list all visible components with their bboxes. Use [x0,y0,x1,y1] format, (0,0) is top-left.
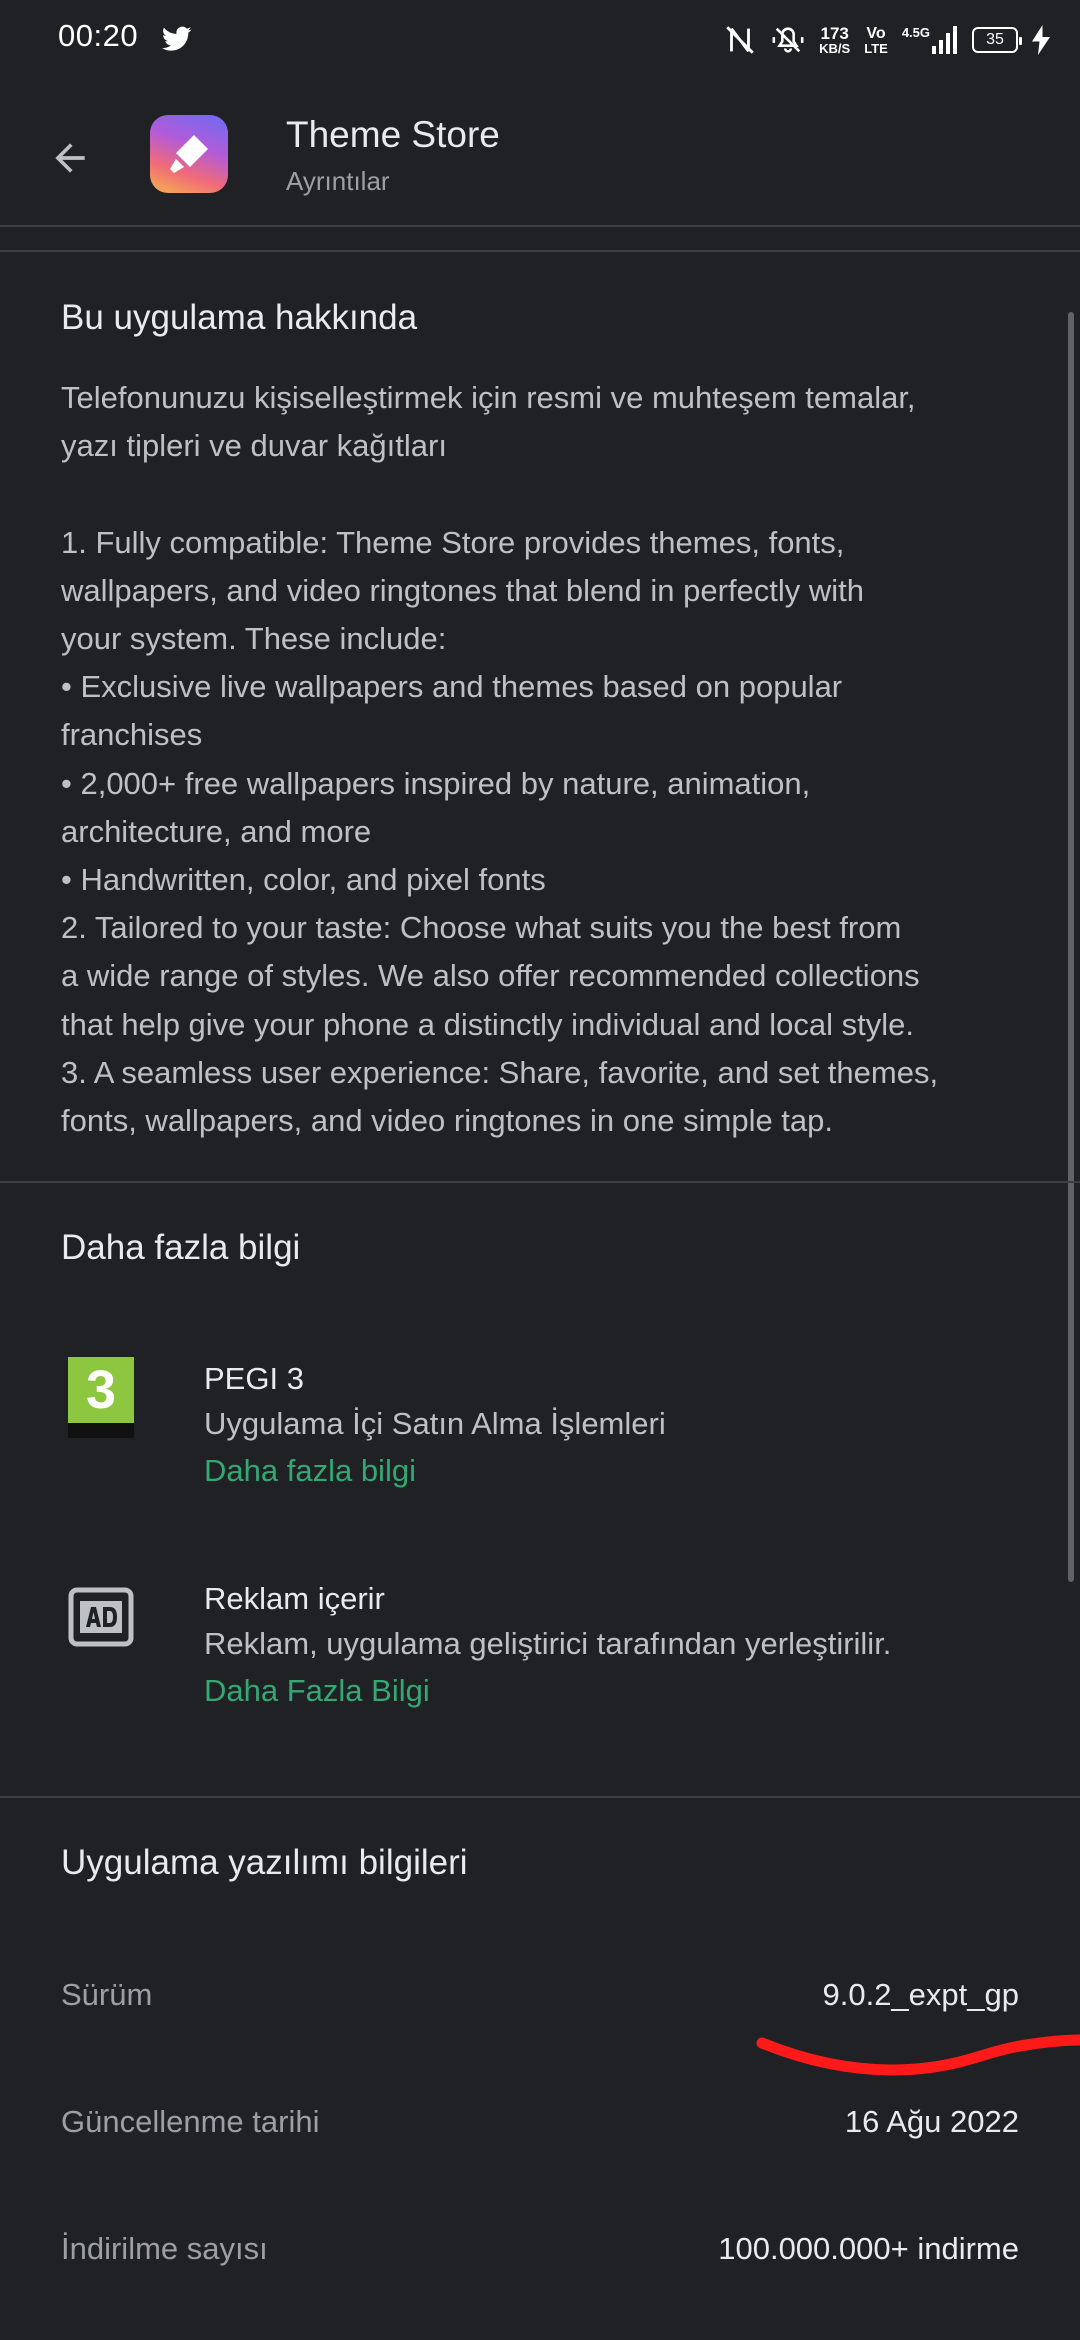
status-time: 00:20 [58,18,139,53]
ad-icon [68,1587,134,1652]
nfc-icon [726,26,754,54]
section-divider [0,1796,1080,1798]
ads-description: Reklam, uygulama geliştirici tarafından … [204,1626,892,1661]
pegi-description: Uygulama İçi Satın Alma İşlemleri [204,1406,666,1441]
content-top-divider [0,250,1080,252]
update-date-value: 16 Ağu 2022 [844,2104,1019,2139]
network-type: 4.5G [901,25,930,40]
vibrate-icon [772,27,804,53]
version-label: Sürüm [61,1977,153,2012]
pegi-icon: 3 [68,1357,134,1438]
ads-row: Reklam içerir Reklam, uygulama geliştiri… [0,1575,1080,1725]
ad-badge-icon [68,1587,134,1647]
volte-indicator: Vo LTE [864,24,888,56]
update-date-label: Güncellenme tarihi [61,2104,320,2139]
network-speed: 173 KB/S [819,25,850,55]
red-annotation-stroke [756,2034,1080,2076]
pegi-title: PEGI 3 [204,1361,304,1396]
pegi-badge-number: 3 [68,1357,134,1423]
volte-top: Vo [866,24,886,42]
brush-icon [170,135,208,173]
pegi-badge: 3 [68,1357,134,1438]
speed-unit: KB/S [819,41,851,56]
signal-icon [932,26,957,54]
header-divider [0,225,1080,227]
pegi-row: 3 PEGI 3 Uygulama İçi Satın Alma İşlemle… [0,1355,1080,1505]
back-button[interactable] [40,128,100,188]
downloads-value: 100.000.000+ indirme [718,2231,1019,2266]
back-arrow-icon [55,143,85,173]
status-icons: 173 KB/S Vo LTE 4.5G 35 [723,20,1050,60]
screen: { "status_bar": { "time": "00:20", "spee… [0,0,1080,2340]
charging-icon [1032,25,1050,55]
speed-value: 173 [820,24,849,43]
app-icon [150,115,228,193]
downloads-row: İndirilme sayısı 100.000.000+ indirme [0,2231,1080,2291]
app-header: Theme Store Ayrıntılar [0,80,1080,226]
ads-title: Reklam içerir [204,1581,385,1616]
ads-more-info-link[interactable]: Daha Fazla Bilgi [204,1673,430,1709]
more-info-title: Daha fazla bilgi [61,1228,301,1267]
volte-bottom: LTE [864,40,888,56]
about-description: Telefonunuzu kişiselleştirmek için resmi… [61,380,939,1139]
signal-group: 4.5G [902,26,958,54]
status-bar: 00:20 173 KB/S Vo LTE 4.5G 35 [0,0,1080,80]
twitter-icon [162,26,192,51]
battery-indicator: 35 [972,27,1022,53]
about-title: Bu uygulama hakkında [61,298,418,337]
section-divider [0,1181,1080,1183]
version-value: 9.0.2_expt_gp [822,1977,1019,2012]
update-date-row: Güncellenme tarihi 16 Ağu 2022 [0,2104,1080,2164]
software-info-title: Uygulama yazılımı bilgileri [61,1843,468,1882]
app-subtitle: Ayrıntılar [286,166,390,196]
downloads-label: İndirilme sayısı [61,2231,268,2266]
pegi-more-info-link[interactable]: Daha fazla bilgi [204,1453,416,1489]
app-title: Theme Store [286,114,500,155]
